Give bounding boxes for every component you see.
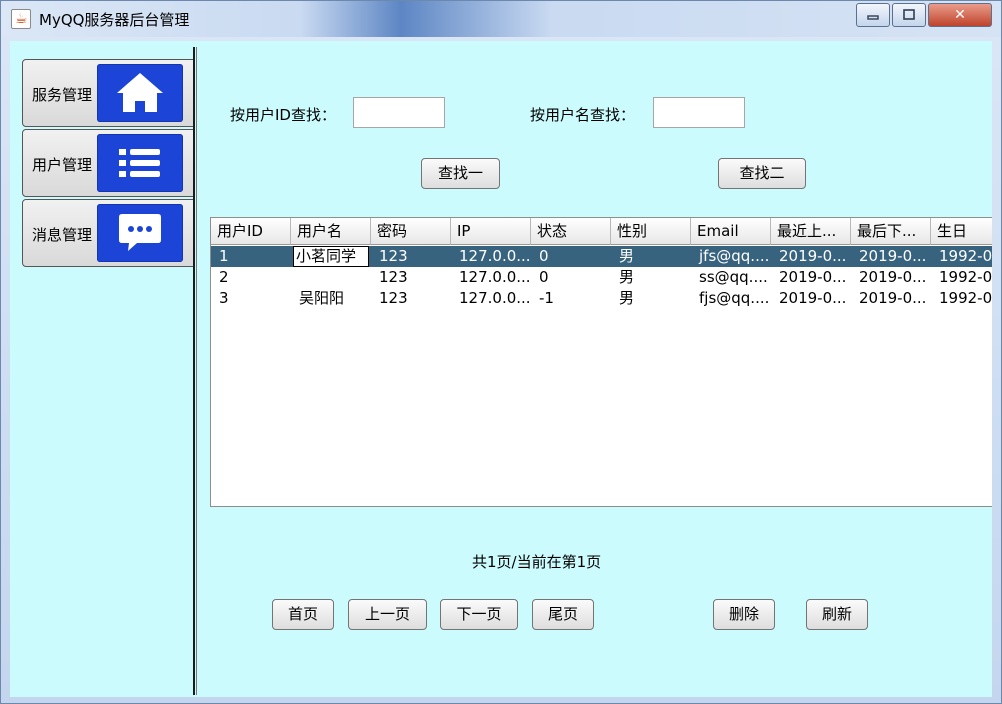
sidebar-tile [97, 64, 183, 122]
split-pane-divider[interactable] [193, 47, 197, 695]
sidebar-item-service[interactable]: 服务管理 [22, 59, 194, 127]
sidebar-item-user[interactable]: 用户管理 [22, 129, 194, 197]
sidebar-item-label: 服务管理 [32, 86, 93, 104]
table-row[interactable]: 2 123 127.0.0... 0 男 ss@qq.... 2019-0... 2019-0… [211, 267, 992, 288]
page-status: 共1页/当前在第1页 [472, 553, 602, 571]
maximize-icon [903, 9, 915, 20]
minimize-button[interactable] [856, 3, 890, 27]
column-header[interactable]: 用户ID [211, 218, 291, 245]
sidebar-item-label: 用户管理 [32, 156, 93, 174]
chat-icon [119, 214, 161, 251]
next-page-button[interactable]: 下一页 [440, 599, 518, 630]
table-cell[interactable]: 吴阳阳 [291, 288, 371, 309]
table-row[interactable]: 1 小茗同学 123 127.0.0... 0 男 jfs@qq.... 2019-0... 2… [211, 246, 992, 267]
table-cell[interactable]: 2 [211, 267, 291, 288]
table-cell[interactable]: 1992-0 [931, 288, 992, 309]
column-header[interactable]: 性别 [611, 218, 691, 245]
search-by-name-input[interactable] [653, 97, 745, 128]
column-header[interactable]: 生日 [931, 218, 992, 245]
title-bar[interactable]: ☕ MyQQ服务器后台管理 ✕ [1, 1, 1001, 37]
column-header[interactable]: 最后下... [851, 218, 931, 245]
sidebar-tile [97, 204, 183, 262]
table-cell[interactable]: 127.0.0... [451, 288, 531, 309]
app-window: ☕ MyQQ服务器后台管理 ✕ 服务管理 用户管理 消息管理 按用户ID查找： … [0, 0, 1002, 704]
table-cell[interactable]: 123 [371, 246, 451, 267]
table-cell[interactable]: 127.0.0... [451, 246, 531, 267]
column-header[interactable]: 用户名 [291, 218, 371, 245]
table-cell[interactable]: 2019-0... [771, 246, 851, 267]
table-cell[interactable]: ss@qq.... [691, 267, 771, 288]
table-cell[interactable]: 2019-0... [771, 267, 851, 288]
client-area: 服务管理 用户管理 消息管理 按用户ID查找： 按用户名查找： 查找一 查找二 … [10, 41, 992, 697]
table-cell[interactable]: 127.0.0... [451, 267, 531, 288]
table-cell[interactable]: 2019-0... [851, 246, 931, 267]
sidebar: 服务管理 用户管理 消息管理 [10, 41, 196, 697]
table-cell[interactable]: -1 [531, 288, 611, 309]
find-one-button[interactable]: 查找一 [421, 158, 500, 189]
minimize-icon [867, 15, 879, 20]
sidebar-tile [97, 134, 183, 192]
table-cell[interactable]: 2019-0... [851, 288, 931, 309]
first-page-button[interactable]: 首页 [272, 599, 334, 630]
refresh-button[interactable]: 刷新 [806, 599, 868, 630]
search-by-name-label: 按用户名查找： [530, 106, 636, 124]
close-icon: ✕ [954, 7, 966, 23]
list-icon [119, 149, 160, 177]
table-cell[interactable]: 123 [371, 288, 451, 309]
table-cell-editor[interactable]: 小茗同学 [293, 246, 369, 267]
table-cell[interactable]: 男 [611, 267, 691, 288]
last-page-button[interactable]: 尾页 [532, 599, 594, 630]
table-cell[interactable]: jfs@qq.... [691, 246, 771, 267]
java-icon: ☕ [11, 9, 31, 29]
search-by-id-label: 按用户ID查找： [230, 106, 336, 124]
window-title: MyQQ服务器后台管理 [39, 11, 190, 29]
table-cell[interactable]: 1992-0 [931, 267, 992, 288]
table-cell[interactable]: 1 [211, 246, 291, 267]
prev-page-button[interactable]: 上一页 [348, 599, 427, 630]
table-cell[interactable]: 男 [611, 246, 691, 267]
table-cell[interactable]: 0 [531, 246, 611, 267]
column-header[interactable]: 密码 [371, 218, 451, 245]
sidebar-item-message[interactable]: 消息管理 [22, 199, 194, 267]
table-cell[interactable]: 男 [611, 288, 691, 309]
table-cell[interactable]: fjs@qq.... [691, 288, 771, 309]
find-two-button[interactable]: 查找二 [718, 158, 806, 189]
table-cell[interactable] [291, 267, 371, 288]
table-cell[interactable]: 0 [531, 267, 611, 288]
user-table[interactable]: 用户ID 用户名 密码 IP 状态 性别 Email 最近上... 最后下... 生日 1 小茗同学… [210, 217, 992, 507]
sidebar-item-label: 消息管理 [32, 226, 93, 244]
search-by-id-input[interactable] [353, 97, 445, 128]
column-header[interactable]: IP [451, 218, 531, 245]
table-cell[interactable]: 3 [211, 288, 291, 309]
home-icon [117, 73, 163, 112]
user-management-panel: 按用户ID查找： 按用户名查找： 查找一 查找二 用户ID 用户名 密码 IP 状态 性别… [200, 41, 992, 697]
table-row[interactable]: 3 吴阳阳 123 127.0.0... -1 男 fjs@qq.... 2019-0... 2… [211, 288, 992, 309]
delete-button[interactable]: 删除 [713, 599, 775, 630]
column-header[interactable]: Email [691, 218, 771, 245]
column-header[interactable]: 状态 [531, 218, 611, 245]
maximize-button[interactable] [892, 3, 926, 27]
table-cell[interactable]: 123 [371, 267, 451, 288]
table-cell[interactable]: 2019-0... [771, 288, 851, 309]
table-cell[interactable]: 1992-0 [931, 246, 992, 267]
table-cell[interactable]: 2019-0... [851, 267, 931, 288]
column-header[interactable]: 最近上... [771, 218, 851, 245]
close-button[interactable]: ✕ [928, 3, 992, 27]
